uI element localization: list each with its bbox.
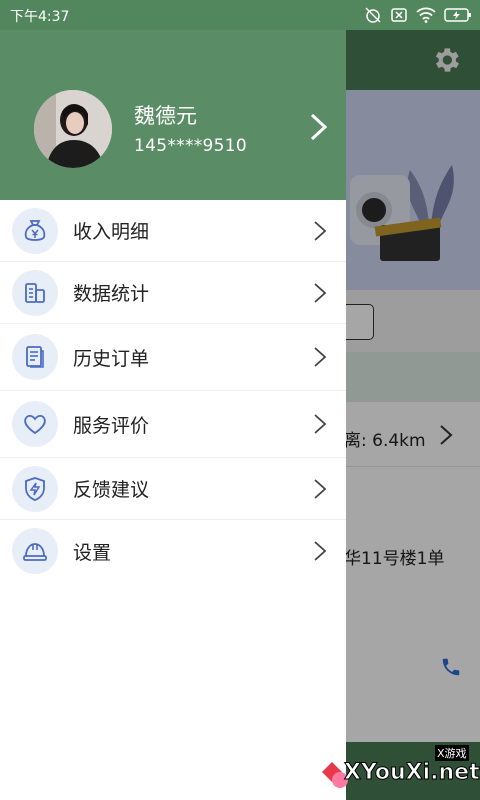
chevron-right-icon [314,541,327,561]
menu-item-statistics[interactable]: 数据统计 [0,262,346,324]
menu-item-income[interactable]: 收入明细 [0,200,346,262]
menu-item-feedback[interactable]: 反馈建议 [0,458,346,520]
avatar[interactable] [34,90,112,168]
navigation-drawer: 魏德元 145****9510 收入明细 数据统计 历史订单 服务评价 反馈建议… [0,30,346,800]
status-icons [364,6,472,24]
status-time: 下午4:37 [10,9,70,25]
user-name: 魏德元 [134,104,197,128]
menu-label-statistics: 数据统计 [73,283,150,305]
alarm-off-icon [365,7,381,23]
shield-bolt-icon [12,465,58,512]
heart-icon [12,401,58,447]
menu-item-service-review[interactable]: 服务评价 [0,391,346,458]
chevron-right-icon[interactable] [308,112,330,142]
document-icon [12,334,58,380]
user-phone: 145****9510 [134,136,248,156]
drawer-menu: 收入明细 数据统计 历史订单 服务评价 反馈建议 设置 [0,200,346,582]
drawer-header[interactable]: 魏德元 145****9510 [0,30,346,200]
menu-label-settings: 设置 [73,541,112,564]
chevron-right-icon [314,414,327,434]
menu-label-income: 收入明细 [73,221,150,243]
menu-label-history-orders: 历史订单 [73,347,150,370]
chevron-right-icon [314,282,327,303]
menu-item-settings[interactable]: 设置 [0,520,346,582]
battery-charging-icon [444,8,471,22]
wifi-icon [416,7,436,23]
menu-item-history-orders[interactable]: 历史订单 [0,324,346,391]
statistics-icon [12,269,58,316]
watermark-tag: X游戏 [435,745,469,761]
sim-off-icon [391,8,407,22]
menu-label-service-review: 服务评价 [73,414,150,437]
menu-label-feedback: 反馈建议 [73,479,150,501]
chevron-right-icon [314,220,327,241]
helmet-icon [12,528,58,574]
money-bag-icon [12,207,58,254]
watermark-text: XYouXi.net [344,760,480,786]
chevron-right-icon [314,347,327,367]
status-bar: 下午4:37 [0,0,480,30]
chevron-right-icon [314,478,327,499]
